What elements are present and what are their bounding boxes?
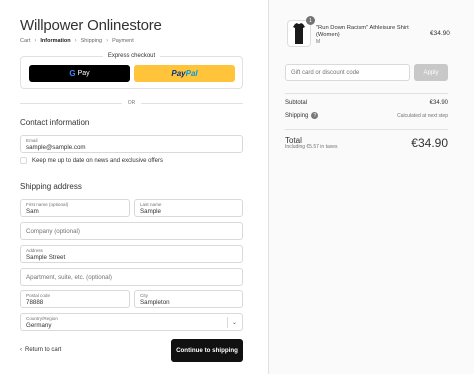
paypal-logo-pal: Pal [185, 69, 198, 78]
breadcrumb-information: Information [40, 38, 71, 44]
apply-button[interactable]: Apply [414, 64, 448, 81]
address-value: Sample Street [26, 254, 66, 261]
city-field[interactable]: City Sampleton [134, 290, 243, 308]
total-divider [285, 129, 448, 130]
google-pay-button[interactable]: G Pay [29, 65, 130, 82]
product-price: €34.90 [430, 30, 450, 37]
address-field[interactable]: Address Sample Street [20, 245, 243, 263]
last-name-label: Last name [140, 202, 162, 207]
chevron-right-icon: › [34, 38, 37, 44]
chevron-right-icon: › [74, 38, 77, 44]
email-label: Email [26, 138, 38, 143]
or-divider: OR [20, 100, 243, 106]
company-placeholder: Company (optional) [26, 228, 80, 235]
chevron-right-icon: › [106, 38, 109, 44]
last-name-field[interactable]: Last name Sample [134, 199, 243, 217]
shipping-title: Shipping address [20, 182, 82, 191]
continue-to-shipping-button[interactable]: Continue to shipping [171, 339, 243, 362]
taxes-note: Including €5.57 in taxes [285, 144, 338, 150]
newsletter-checkbox[interactable] [20, 157, 27, 164]
first-name-value: Sam [26, 208, 39, 215]
help-icon[interactable]: ? [311, 112, 319, 119]
product-variant: M [316, 39, 321, 45]
store-name[interactable]: Willpower Onlinestore [20, 17, 162, 34]
city-label: City [140, 293, 148, 298]
subtotal-label: Subtotal [285, 100, 308, 106]
city-value: Sampleton [140, 299, 170, 306]
newsletter-label: Keep me up to date on news and exclusive… [32, 157, 163, 164]
discount-placeholder: Gift card or discount code [291, 70, 360, 76]
company-field[interactable]: Company (optional) [20, 222, 243, 240]
apartment-placeholder: Apartment, suite, etc. (optional) [26, 274, 112, 281]
postal-code-value: 78888 [26, 299, 44, 306]
product-name: "Run Down Racism" Athleisure Shirt (Wome… [316, 25, 409, 38]
shipping-row: Shipping ? Calculated at next step [285, 112, 448, 119]
summary-divider [285, 93, 448, 94]
quantity-badge: 1 [306, 16, 315, 25]
postal-code-label: Postal code [26, 293, 51, 298]
subtotal-value: €34.90 [429, 100, 448, 106]
express-checkout-title: Express checkout [102, 53, 161, 59]
first-name-field[interactable]: First name (optional) Sam [20, 199, 130, 217]
order-summary [268, 0, 474, 374]
or-label: OR [127, 100, 136, 106]
breadcrumb: Cart › Information › Shipping › Payment [20, 38, 134, 44]
google-pay-label: Pay [77, 70, 90, 77]
address-label: Address [26, 248, 43, 253]
newsletter-option[interactable]: Keep me up to date on news and exclusive… [20, 157, 163, 164]
country-select[interactable]: Country/Region Germany ⌄ [20, 313, 243, 331]
email-field[interactable]: Email sample@sample.com [20, 135, 243, 153]
chevron-down-icon: ⌄ [231, 320, 237, 326]
paypal-logo-pay: Pay [171, 69, 186, 78]
return-to-cart-label: Return to cart [25, 347, 62, 353]
breadcrumb-cart[interactable]: Cart [20, 38, 30, 44]
apartment-field[interactable]: Apartment, suite, etc. (optional) [20, 268, 243, 286]
country-label: Country/Region [26, 316, 58, 321]
contact-title: Contact information [20, 118, 90, 127]
shirt-image [293, 23, 305, 44]
discount-code-input[interactable]: Gift card or discount code [285, 64, 410, 81]
postal-code-field[interactable]: Postal code 78888 [20, 290, 130, 308]
subtotal-row: Subtotal €34.90 [285, 100, 448, 106]
shipping-value: Calculated at next step [397, 112, 448, 119]
google-g-icon: G [69, 69, 76, 78]
country-value: Germany [26, 322, 52, 329]
express-checkout: Express checkout G Pay Pay Pal [20, 53, 243, 89]
paypal-button[interactable]: Pay Pal [134, 65, 235, 82]
total-value: €34.90 [411, 136, 448, 150]
breadcrumb-payment: Payment [112, 38, 134, 44]
first-name-label: First name (optional) [26, 202, 69, 207]
breadcrumb-shipping: Shipping [80, 38, 103, 44]
chevron-left-icon: ‹ [20, 347, 22, 353]
checkout-main: Willpower Onlinestore Cart › Information… [0, 0, 268, 374]
shipping-label: Shipping [285, 112, 309, 119]
return-to-cart-link[interactable]: ‹ Return to cart [20, 347, 61, 353]
email-value: sample@sample.com [26, 144, 86, 151]
last-name-value: Sample [140, 208, 161, 215]
